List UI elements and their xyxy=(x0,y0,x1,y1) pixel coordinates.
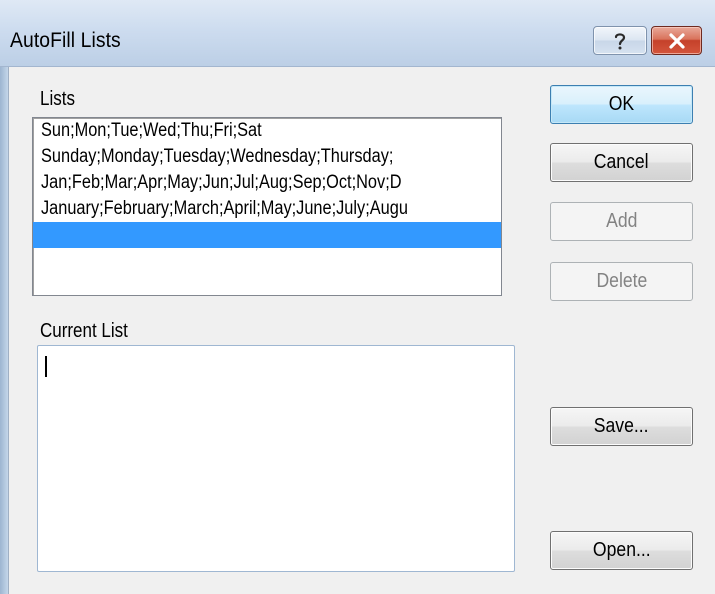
lists-label: Lists xyxy=(40,88,75,110)
current-list-textarea[interactable] xyxy=(37,345,515,572)
list-item[interactable]: Sun;Mon;Tue;Wed;Thu;Fri;Sat xyxy=(33,118,501,144)
add-button-label: Add xyxy=(605,210,638,232)
list-item-text: Sunday;Monday;Tuesday;Wednesday;Thursday… xyxy=(41,146,394,167)
cancel-button-label: Cancel xyxy=(594,151,649,173)
lists-listbox[interactable]: Sun;Mon;Tue;Wed;Thu;Fri;Sat Sunday;Monda… xyxy=(32,117,502,296)
ok-button[interactable]: OK xyxy=(550,85,693,124)
save-button-label: Save... xyxy=(594,415,649,437)
list-item-new-list-selected[interactable] xyxy=(33,222,501,248)
question-mark-icon xyxy=(614,32,626,49)
add-button[interactable]: Add xyxy=(550,202,693,241)
open-button[interactable]: Open... xyxy=(550,531,693,570)
close-button[interactable] xyxy=(651,26,702,55)
autofill-lists-dialog: AutoFill Lists Lists Sun;Mon;Tue;Wed;Thu… xyxy=(0,0,715,594)
window-title: AutoFill Lists xyxy=(10,29,121,52)
list-item[interactable]: Jan;Feb;Mar;Apr;May;Jun;Jul;Aug;Sep;Oct;… xyxy=(33,170,501,196)
help-button[interactable] xyxy=(593,26,647,55)
ok-button-label: OK xyxy=(608,93,635,115)
list-item-text: Sun;Mon;Tue;Wed;Thu;Fri;Sat xyxy=(41,120,262,141)
list-item[interactable]: Sunday;Monday;Tuesday;Wednesday;Thursday… xyxy=(33,144,501,170)
delete-button-label: Delete xyxy=(596,270,647,292)
list-item[interactable]: January;February;March;April;May;June;Ju… xyxy=(33,196,501,222)
cancel-button[interactable]: Cancel xyxy=(550,143,693,182)
title-bar[interactable]: AutoFill Lists xyxy=(0,0,715,67)
save-button[interactable]: Save... xyxy=(550,407,693,446)
text-caret xyxy=(45,356,47,377)
delete-button[interactable]: Delete xyxy=(550,262,693,301)
list-item-text: Jan;Feb;Mar;Apr;May;Jun;Jul;Aug;Sep;Oct;… xyxy=(41,172,402,193)
current-list-label: Current List xyxy=(40,320,128,342)
close-icon xyxy=(668,32,685,49)
window-frame-left xyxy=(0,0,9,594)
open-button-label: Open... xyxy=(592,539,651,561)
list-item-text: January;February;March;April;May;June;Ju… xyxy=(41,198,408,219)
